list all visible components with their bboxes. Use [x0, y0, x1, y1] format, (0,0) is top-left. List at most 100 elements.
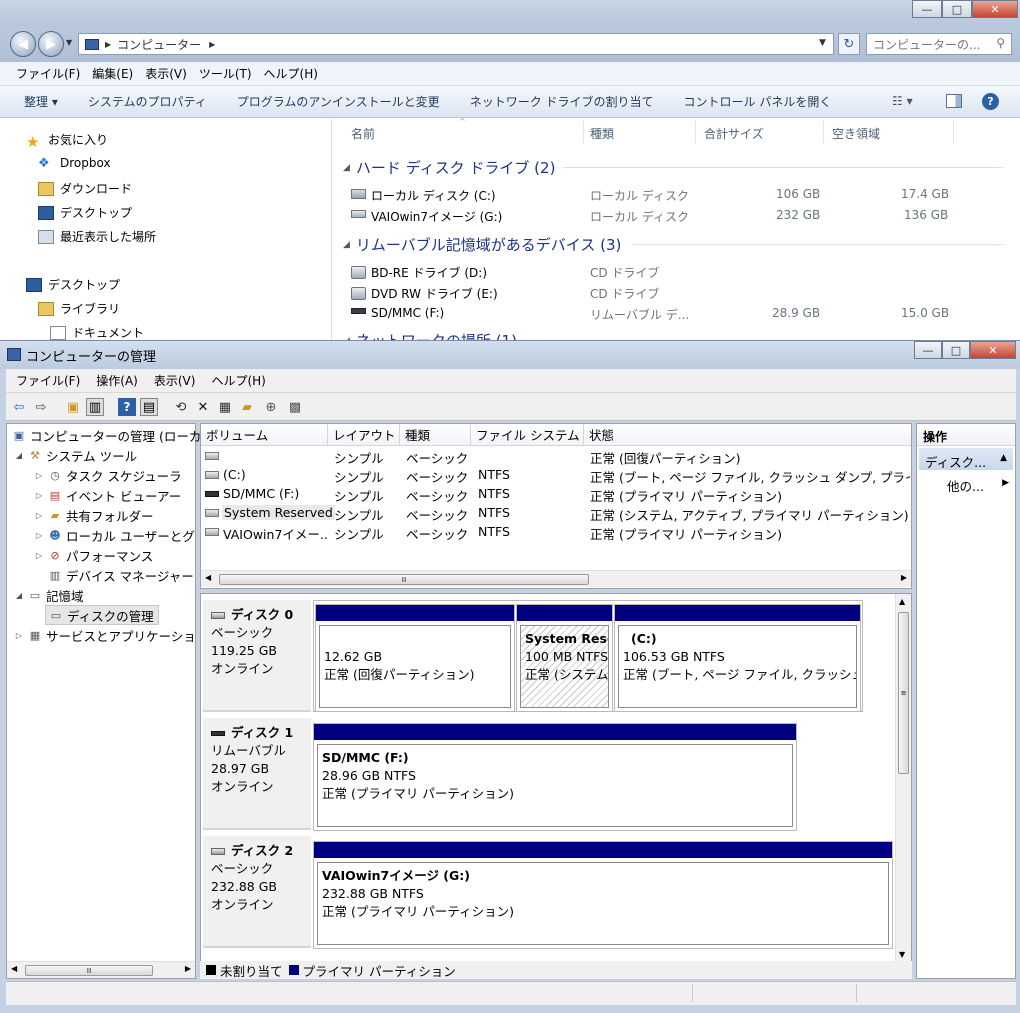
- system-properties-button[interactable]: システムのプロパティ: [88, 93, 207, 110]
- menu-help[interactable]: ヘルプ(H): [264, 65, 318, 82]
- actions-more[interactable]: 他の... ▶: [947, 474, 1013, 494]
- disk-1-label[interactable]: ディスク 1 リムーバブル 28.97 GB オンライン: [203, 718, 311, 830]
- group-hard-disk[interactable]: ◢ ハード ディスク ドライブ (2): [343, 157, 555, 178]
- breadcrumb[interactable]: コンピューター: [117, 36, 201, 53]
- address-bar[interactable]: ▶ コンピューター ▶ ▼: [78, 33, 834, 55]
- forward-arrow-icon[interactable]: ⇨: [32, 398, 50, 416]
- tree-services[interactable]: ▷ ▦ サービスとアプリケーショ: [13, 625, 196, 645]
- maximize-button[interactable]: □: [942, 0, 972, 18]
- menu-view[interactable]: 表示(V): [145, 65, 187, 82]
- drive-row[interactable]: VAIOwin7イメージ (G:) ローカル ディスク 232 GB 136 G…: [351, 206, 971, 226]
- col-volume[interactable]: ボリューム: [201, 424, 328, 446]
- delete-icon[interactable]: ✕: [194, 398, 212, 416]
- disk-vscrollbar[interactable]: ▲ ≡ ▼: [895, 594, 911, 962]
- scroll-left-icon[interactable]: ◀: [11, 964, 17, 973]
- collapsed-arrow-icon[interactable]: ▷: [33, 511, 45, 520]
- help-icon[interactable]: ?: [982, 93, 999, 110]
- expanded-arrow-icon[interactable]: ◢: [13, 451, 25, 460]
- tree-event-viewer[interactable]: ▷ ▤ イベント ビューアー: [33, 485, 181, 505]
- nav-desktop[interactable]: デスクトップ: [26, 276, 120, 293]
- tree-performance[interactable]: ▷ ⊘ パフォーマンス: [33, 545, 153, 565]
- volume-row[interactable]: VAIOwin7イメー... シンプル ベーシック NTFS 正常 (プライマリ…: [201, 523, 911, 542]
- tree-root[interactable]: ▣ コンピューターの管理 (ローカ: [9, 425, 202, 445]
- back-button[interactable]: ◀: [10, 31, 36, 57]
- collapsed-arrow-icon[interactable]: ▷: [33, 551, 45, 560]
- tree-system-tools[interactable]: ◢ ⚒ システム ツール: [13, 445, 137, 465]
- scroll-thumb[interactable]: ≡: [898, 612, 909, 774]
- column-total-size[interactable]: 合計サイズ: [704, 125, 764, 142]
- show-action-pane-icon[interactable]: ▤: [140, 398, 158, 416]
- collapsed-arrow-icon[interactable]: ▷: [33, 491, 45, 500]
- partition-system-reserved[interactable]: System Reser 100 MB NTFS 正常 (システム: [516, 604, 613, 712]
- tree-device-manager[interactable]: ▥ デバイス マネージャー: [45, 565, 194, 585]
- history-dropdown-icon[interactable]: ▼: [66, 38, 72, 47]
- tree-shared-folders[interactable]: ▷ ▰ 共有フォルダー: [33, 505, 154, 525]
- close-button[interactable]: ✕: [972, 0, 1018, 18]
- menu-view[interactable]: 表示(V): [154, 372, 196, 389]
- drive-row[interactable]: DVD RW ドライブ (E:) CD ドライブ: [351, 283, 971, 303]
- tree-local-users[interactable]: ▷ ☻ ローカル ユーザーとグ: [33, 525, 195, 545]
- organize-button[interactable]: 整理 ▾: [24, 93, 58, 110]
- drive-row[interactable]: ローカル ディスク (C:) ローカル ディスク 106 GB 17.4 GB: [351, 185, 971, 205]
- col-status[interactable]: 状態: [584, 424, 911, 446]
- menu-file[interactable]: ファイル(F): [16, 372, 80, 389]
- tree-disk-management[interactable]: ▭ ディスクの管理: [45, 605, 159, 625]
- column-free-space[interactable]: 空き領域: [832, 125, 880, 142]
- volume-row[interactable]: SD/MMC (F:) シンプル ベーシック NTFS 正常 (プライマリ パー…: [201, 485, 911, 504]
- menu-file[interactable]: ファイル(F): [16, 65, 80, 82]
- column-name[interactable]: 名前: [351, 125, 375, 142]
- drive-row[interactable]: BD-RE ドライブ (D:) CD ドライブ: [351, 262, 971, 282]
- scroll-down-icon[interactable]: ▼: [899, 950, 905, 959]
- minimize-button[interactable]: —: [914, 341, 942, 359]
- open-folder-icon[interactable]: ▰: [238, 398, 256, 416]
- partition-g[interactable]: VAIOwin7イメージ (G:) 232.88 GB NTFS 正常 (プライ…: [313, 841, 893, 949]
- nav-recent[interactable]: 最近表示した場所: [38, 228, 156, 245]
- open-control-panel-button[interactable]: コントロール パネルを開く: [684, 93, 832, 110]
- menu-help[interactable]: ヘルプ(H): [211, 372, 265, 389]
- collapsed-arrow-icon[interactable]: ▷: [33, 471, 45, 480]
- address-dropdown-icon[interactable]: ▼: [819, 38, 826, 48]
- search-icon[interactable]: ⊕: [262, 398, 280, 416]
- expanded-arrow-icon[interactable]: ◢: [13, 591, 25, 600]
- disk-0-label[interactable]: ディスク 0 ベーシック 119.25 GB オンライン: [203, 600, 311, 712]
- volume-row[interactable]: (C:) シンプル ベーシック NTFS 正常 (ブート, ページ ファイル, …: [201, 466, 911, 485]
- collapsed-arrow-icon[interactable]: ▷: [33, 531, 45, 540]
- nav-documents[interactable]: ドキュメント: [50, 324, 144, 340]
- scroll-left-icon[interactable]: ◀: [205, 573, 211, 582]
- partition-c[interactable]: (C:) 106.53 GB NTFS 正常 (ブート, ページ ファイル, ク…: [614, 604, 861, 712]
- collapse-up-icon[interactable]: ▲: [1000, 453, 1007, 463]
- partition-recovery[interactable]: 12.62 GB 正常 (回復パーティション): [315, 604, 515, 712]
- refresh-icon[interactable]: ⟲: [172, 398, 190, 416]
- map-network-drive-button[interactable]: ネットワーク ドライブの割り当て: [470, 93, 654, 110]
- up-folder-icon[interactable]: ▣: [64, 398, 82, 416]
- nav-favorites[interactable]: ★ お気に入り: [26, 131, 108, 151]
- tree-storage[interactable]: ◢ ▭ 記憶域: [13, 585, 84, 605]
- view-options-icon[interactable]: ☷ ▾: [892, 94, 913, 108]
- volume-row[interactable]: System Reserved シンプル ベーシック NTFS 正常 (システム…: [201, 504, 911, 523]
- menu-tools[interactable]: ツール(T): [199, 65, 252, 82]
- partition-f[interactable]: SD/MMC (F:) 28.96 GB NTFS 正常 (プライマリ パーティ…: [313, 723, 797, 831]
- volume-hscrollbar[interactable]: ◀ Ⅲ ▶: [201, 570, 911, 587]
- nav-library[interactable]: ライブラリ: [38, 300, 120, 317]
- actions-disk-management[interactable]: ディスク... ▲: [919, 448, 1013, 470]
- search-input[interactable]: コンピューターの... ⚲: [866, 33, 1012, 55]
- menu-action[interactable]: 操作(A): [96, 372, 138, 389]
- scroll-right-icon[interactable]: ▶: [901, 573, 907, 582]
- col-filesystem[interactable]: ファイル システム: [471, 424, 584, 446]
- settings-icon[interactable]: ▩: [286, 398, 304, 416]
- maximize-button[interactable]: □: [942, 341, 970, 359]
- scroll-thumb[interactable]: Ⅲ: [219, 574, 589, 585]
- uninstall-program-button[interactable]: プログラムのアンインストールと変更: [237, 93, 440, 110]
- show-hide-tree-icon[interactable]: ▥: [86, 398, 104, 416]
- collapsed-arrow-icon[interactable]: ▷: [13, 631, 25, 640]
- tree-task-scheduler[interactable]: ▷ ◷ タスク スケジューラ: [33, 465, 182, 485]
- properties-icon[interactable]: ▦: [216, 398, 234, 416]
- column-type[interactable]: 種類: [590, 125, 614, 142]
- group-network[interactable]: ◢ ネットワークの場所 (1): [343, 330, 517, 340]
- menu-edit[interactable]: 編集(E): [92, 65, 133, 82]
- help-icon[interactable]: ?: [118, 398, 136, 416]
- preview-pane-icon[interactable]: [946, 94, 962, 108]
- nav-desktop-fav[interactable]: デスクトップ: [38, 204, 132, 221]
- minimize-button[interactable]: —: [912, 0, 942, 18]
- tree-hscrollbar[interactable]: ◀ Ⅲ ▶: [7, 961, 195, 978]
